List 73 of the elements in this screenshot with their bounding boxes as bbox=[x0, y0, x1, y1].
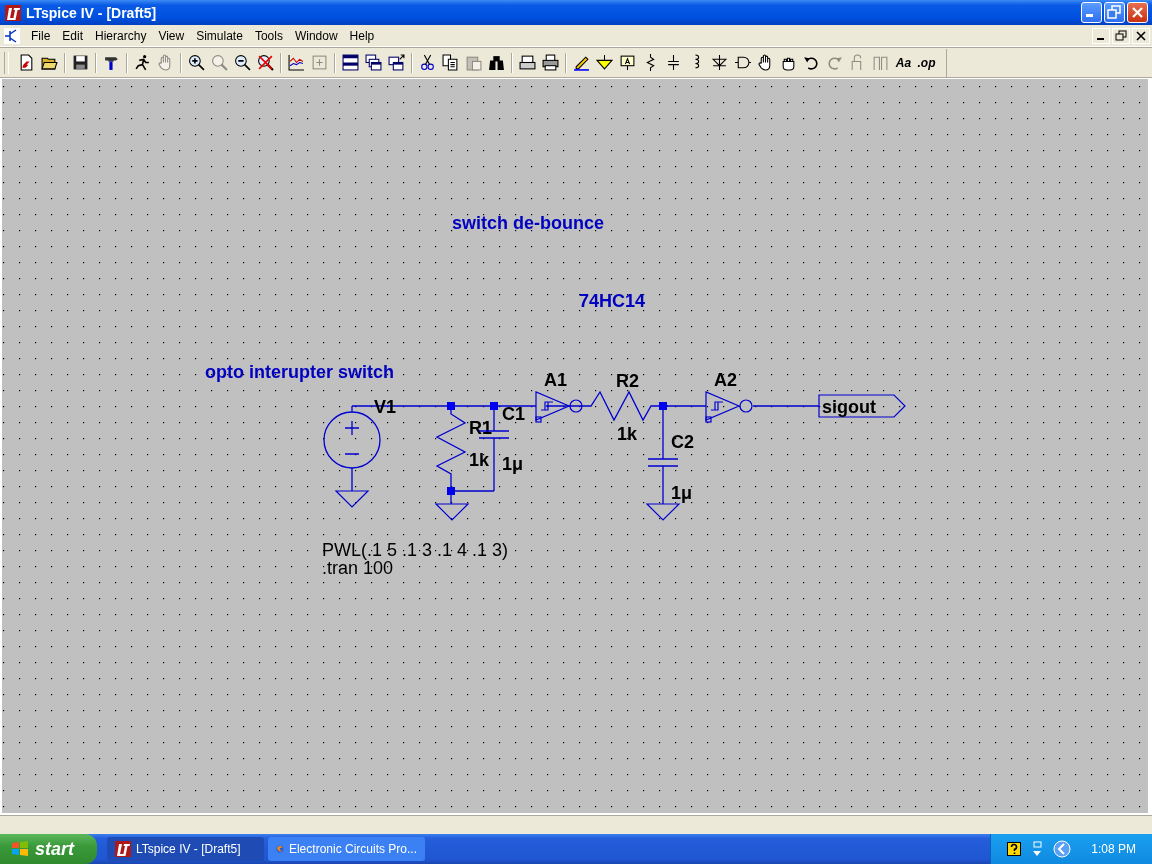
app-logo-icon bbox=[5, 4, 21, 21]
new-file-icon[interactable] bbox=[18, 54, 35, 71]
component-name: C1 bbox=[502, 404, 525, 424]
wire bbox=[545, 405, 584, 407]
component-value: PWL(.1 5 .1 3 .1 4 .1 3) bbox=[322, 540, 509, 560]
copy-icon[interactable] bbox=[442, 54, 459, 71]
wire bbox=[752, 405, 820, 407]
taskbar-button[interactable]: Electronic Circuits Pro... bbox=[268, 837, 425, 861]
diode-icon[interactable] bbox=[711, 54, 728, 71]
scissors-icon[interactable] bbox=[419, 54, 436, 71]
component-name: R1 bbox=[469, 418, 492, 438]
ground-symbol bbox=[434, 503, 470, 521]
close-button[interactable] bbox=[1132, 27, 1150, 44]
component-value: 1k bbox=[469, 450, 490, 470]
component-value: 1k bbox=[617, 424, 638, 444]
hammer-icon[interactable] bbox=[103, 54, 120, 71]
crossed-magnifier-icon[interactable] bbox=[257, 54, 274, 71]
transistor-icon[interactable] bbox=[4, 27, 20, 44]
close-icon bbox=[1133, 28, 1149, 43]
component-name: A2 bbox=[714, 370, 737, 390]
help-icon[interactable] bbox=[1007, 842, 1022, 856]
app-logo-icon bbox=[115, 841, 131, 857]
menu-item[interactable]: Window bbox=[288, 26, 344, 45]
zoom-in-icon[interactable] bbox=[188, 54, 205, 71]
binoculars-icon[interactable] bbox=[488, 54, 505, 71]
text-tool-button[interactable]: Aa bbox=[892, 51, 915, 74]
printer-icon[interactable] bbox=[519, 54, 536, 71]
ground-symbol bbox=[334, 490, 370, 508]
menu-item[interactable]: File bbox=[25, 26, 57, 45]
cascade-arrow-icon[interactable] bbox=[388, 54, 405, 71]
menu-item[interactable]: View bbox=[152, 26, 191, 45]
component-value: 1μ bbox=[671, 483, 693, 503]
logic-gate-icon[interactable] bbox=[734, 54, 751, 71]
chevron-left-icon[interactable] bbox=[1053, 840, 1072, 858]
schematic-comment: 74HC14 bbox=[579, 291, 646, 311]
cascade-windows-icon[interactable] bbox=[365, 54, 382, 71]
clock: 1:08 PM bbox=[1091, 842, 1136, 856]
menu-item[interactable]: Help bbox=[343, 26, 381, 45]
menu-item[interactable]: Hierarchy bbox=[89, 26, 153, 45]
start-button[interactable]: start bbox=[0, 834, 97, 864]
zoom-out-icon[interactable] bbox=[234, 54, 251, 71]
schematic-comment: switch de-bounce bbox=[452, 213, 604, 233]
menu-item[interactable]: Simulate bbox=[190, 26, 249, 45]
printer-icon[interactable] bbox=[542, 54, 559, 71]
window-title: LTspice IV - [Draft5] bbox=[26, 4, 158, 21]
windows-flag-icon bbox=[10, 839, 30, 859]
menu-item[interactable]: Tools bbox=[248, 26, 289, 45]
schmitt-inverter-symbol bbox=[535, 391, 583, 423]
minimize-icon bbox=[1086, 14, 1093, 17]
taskbar-button[interactable]: LTspice IV - [Draft5] bbox=[107, 837, 264, 861]
minimize-button[interactable] bbox=[1092, 27, 1110, 44]
schmitt-inverter-symbol bbox=[705, 391, 753, 423]
schematic-comment: opto interupter switch bbox=[205, 362, 394, 382]
minimize-icon bbox=[1097, 37, 1104, 40]
tiled-windows-icon[interactable] bbox=[342, 54, 359, 71]
net-label-icon[interactable] bbox=[619, 54, 636, 71]
running-figure-icon[interactable] bbox=[134, 54, 151, 71]
ground-symbol bbox=[645, 503, 681, 521]
pencil-icon[interactable] bbox=[573, 54, 590, 71]
network-icon[interactable] bbox=[1031, 841, 1044, 857]
component-name: C2 bbox=[671, 432, 694, 452]
restore-icon bbox=[1113, 28, 1129, 43]
component-value: 1μ bbox=[502, 454, 524, 474]
undo-arrow-icon[interactable] bbox=[803, 54, 820, 71]
restore-button[interactable] bbox=[1112, 27, 1130, 44]
net-label: sigout bbox=[818, 394, 906, 418]
ground-symbol-icon[interactable] bbox=[596, 54, 613, 71]
graph-icon[interactable] bbox=[288, 54, 305, 71]
menu-item[interactable]: Edit bbox=[56, 26, 90, 45]
capacitor-icon[interactable] bbox=[665, 54, 682, 71]
component-name: A1 bbox=[544, 370, 567, 390]
component-name: R2 bbox=[616, 371, 639, 391]
spice-directive-button[interactable]: .op bbox=[915, 51, 938, 74]
